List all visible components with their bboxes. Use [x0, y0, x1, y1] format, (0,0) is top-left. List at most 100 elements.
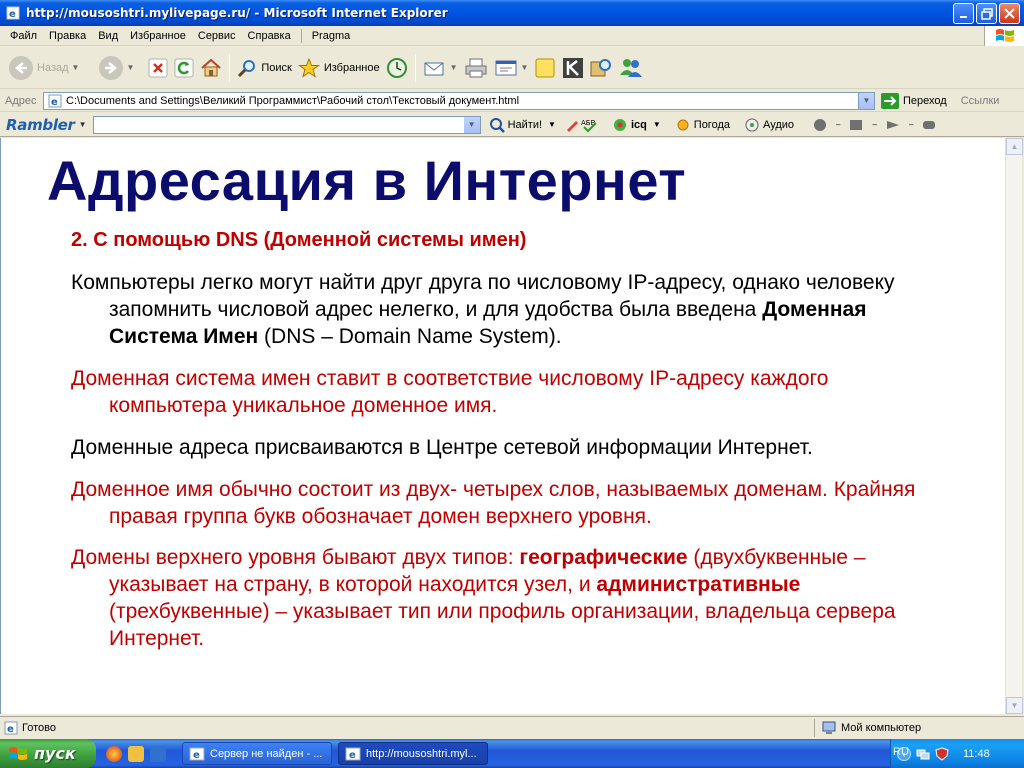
menu-file[interactable]: Файл — [4, 30, 43, 42]
edit-button[interactable]: ▼ — [491, 50, 532, 86]
rambler-logo[interactable]: Rambler — [6, 116, 75, 134]
icq-label: icq — [630, 118, 647, 131]
tool-dropdown-icon[interactable]: – — [909, 120, 913, 129]
search-label: Поиск — [261, 61, 292, 74]
tool-icon — [814, 118, 827, 131]
address-input[interactable]: e C:\Documents and Settings\Великий Прог… — [43, 91, 875, 110]
opera-icon[interactable] — [106, 745, 122, 762]
task-button[interactable]: e Сервер не найден - ... — [182, 742, 332, 765]
menu-favorites[interactable]: Избранное — [124, 30, 192, 42]
rambler-weather-button[interactable]: Погода — [675, 117, 730, 133]
history-icon — [386, 57, 407, 78]
page-viewport[interactable]: Адресация в Интернет 2. С помощью DNS (Д… — [0, 138, 1005, 714]
security-zone: Мой компьютер — [814, 719, 1024, 737]
back-button[interactable]: Назад ▼ — [6, 50, 82, 86]
history-button[interactable] — [383, 50, 411, 86]
ie-icon[interactable] — [150, 745, 166, 762]
rambler-highlight-button[interactable]: АБВ — [564, 117, 598, 133]
edit-dropdown-icon[interactable]: ▼ — [521, 63, 529, 72]
status-text: Готово — [22, 721, 56, 734]
research-button[interactable] — [587, 50, 615, 86]
favorites-button[interactable]: Избранное — [295, 50, 383, 86]
ie-window-icon: e — [189, 747, 205, 761]
network-icon[interactable] — [916, 747, 930, 761]
clock[interactable]: 11:48 — [963, 748, 990, 760]
address-url: C:\Documents and Settings\Великий Програ… — [66, 94, 520, 107]
search-button[interactable]: Поиск — [234, 50, 294, 86]
page-done-icon: e — [4, 721, 18, 735]
links-toolbar[interactable]: Ссылки — [961, 95, 1000, 107]
scroll-down-icon[interactable]: ▼ — [1006, 697, 1023, 714]
svg-text:e: e — [193, 750, 200, 761]
highlighter-icon — [566, 120, 578, 132]
mail-button[interactable]: ▼ — [420, 50, 461, 86]
tool-dropdown-icon[interactable]: – — [872, 120, 876, 129]
menu-help[interactable]: Справка — [242, 30, 297, 42]
antivirus-shield-icon[interactable] — [935, 746, 949, 761]
tool-icon — [923, 120, 936, 129]
rambler-find-label: Найти! — [507, 118, 543, 131]
note-icon — [535, 58, 555, 77]
menu-view[interactable]: Вид — [92, 30, 124, 42]
start-label: пуск — [34, 744, 76, 763]
weather-label: Погода — [693, 118, 730, 131]
title-bar[interactable]: e http://mousoshtri.mylivepage.ru/ - Mic… — [0, 0, 1024, 26]
magnifier-icon — [489, 117, 505, 133]
close-button[interactable] — [999, 3, 1020, 24]
rambler-search-input[interactable]: ▼ — [92, 115, 481, 134]
slide-subheading: 2. С помощью DNS (Доменной системы имен) — [71, 229, 527, 251]
printer-icon — [465, 58, 487, 77]
research-icon — [590, 58, 612, 76]
minimize-button[interactable] — [953, 3, 974, 24]
icq-dropdown-icon[interactable]: ▼ — [653, 120, 661, 129]
address-dropdown-icon[interactable]: ▼ — [858, 92, 874, 109]
paragraph-text: Домены верхнего уровня бывают двух типов… — [71, 546, 520, 569]
menu-edit[interactable]: Правка — [43, 30, 92, 42]
ie-window-icon: e — [345, 747, 361, 761]
task-button-active[interactable]: e http://mousoshtri.myl... — [338, 742, 488, 765]
menu-tools[interactable]: Сервис — [192, 30, 242, 42]
rambler-audio-button[interactable]: Аудио — [744, 117, 794, 133]
paragraph-text: (DNS – Domain Name System). — [258, 325, 562, 348]
scroll-up-icon[interactable]: ▲ — [1006, 138, 1023, 155]
taskbar: пуск e Сервер не найден - ... e http://m… — [0, 739, 1024, 768]
task-label: Сервер не найден - ... — [210, 747, 323, 760]
window-title: http://mousoshtri.mylivepage.ru/ - Micro… — [26, 6, 448, 20]
svg-text:e: e — [349, 750, 356, 761]
vertical-scrollbar[interactable]: ▲ ▼ — [1005, 138, 1023, 714]
paragraph-domain-structure: Доменное имя обычно состоит из двух- чет… — [71, 478, 916, 528]
paragraph-domain-assignment: Доменные адреса присваиваются в Центре с… — [71, 436, 813, 459]
rambler-icq-button[interactable]: icq ▼ — [612, 117, 661, 133]
restore-button[interactable] — [976, 3, 997, 24]
forward-dropdown-icon[interactable]: ▼ — [126, 63, 134, 72]
start-button[interactable]: пуск — [0, 739, 96, 768]
svg-text:e: e — [7, 724, 14, 735]
print-button[interactable] — [461, 50, 491, 86]
mail-dropdown-icon[interactable]: ▼ — [450, 63, 458, 72]
toolbar-k-button[interactable] — [559, 50, 587, 86]
task-label: http://mousoshtri.myl... — [366, 747, 477, 760]
stop-button[interactable] — [145, 50, 171, 86]
rambler-find-dropdown-icon[interactable]: ▼ — [548, 120, 556, 129]
address-label: Адрес — [5, 94, 37, 107]
menu-pragma[interactable]: Pragma — [306, 30, 357, 42]
forward-button[interactable]: ▼ — [96, 50, 137, 86]
refresh-button[interactable] — [171, 50, 197, 86]
messenger-button[interactable] — [615, 50, 647, 86]
edit-page-icon — [495, 60, 517, 75]
rambler-find-button[interactable]: Найти! ▼ — [489, 117, 556, 133]
rambler-extra-buttons[interactable]: – – – — [812, 117, 937, 133]
rambler-dropdown-icon[interactable]: ▼ — [79, 120, 87, 129]
language-indicator[interactable]: RU — [893, 746, 909, 758]
rambler-search-dropdown-icon[interactable]: ▼ — [463, 116, 480, 133]
messenger-icon — [620, 58, 643, 77]
back-dropdown-icon[interactable]: ▼ — [72, 63, 80, 72]
discuss-button[interactable] — [531, 50, 559, 86]
go-button[interactable]: Переход — [881, 92, 947, 109]
svg-text:e: e — [51, 97, 58, 108]
winamp-icon[interactable] — [128, 745, 144, 762]
home-button[interactable] — [197, 50, 225, 86]
refresh-icon — [174, 58, 194, 77]
rambler-toolbar: Rambler ▼ ▼ Найти! ▼ АБВ icq ▼ Погода Ау… — [0, 113, 1024, 137]
tool-dropdown-icon[interactable]: – — [836, 120, 840, 129]
